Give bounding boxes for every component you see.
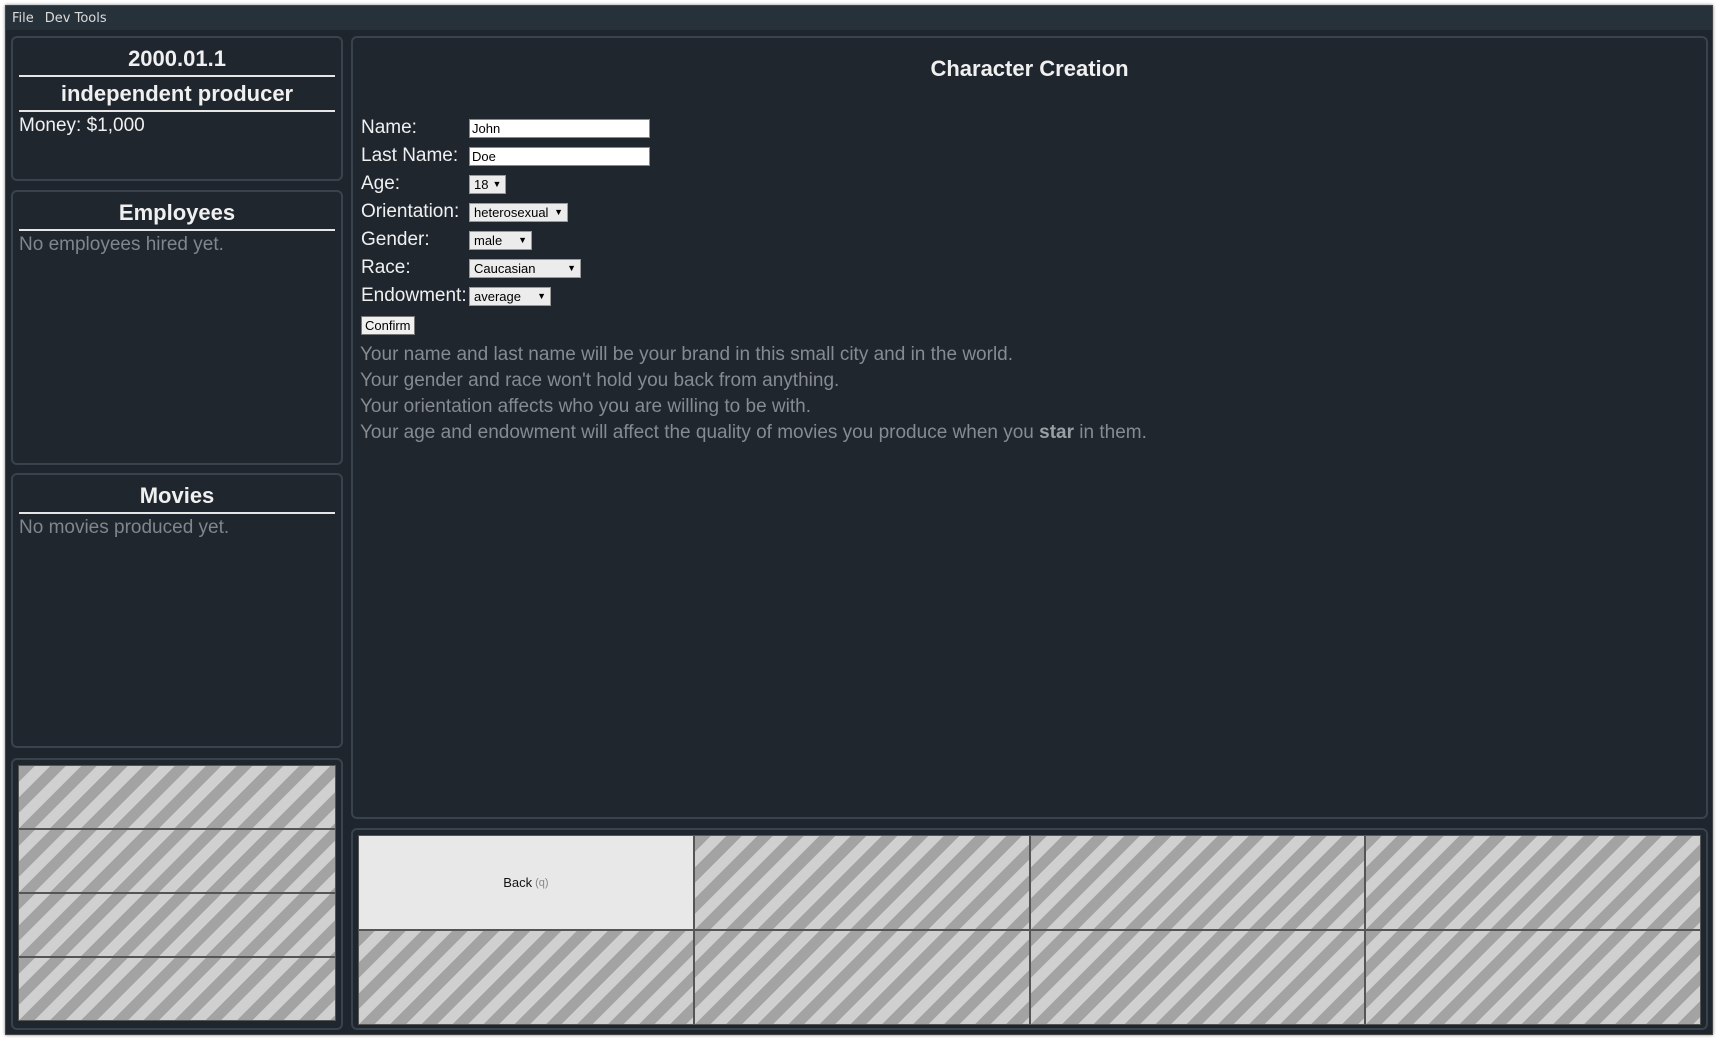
disabled-slot <box>18 957 336 1021</box>
gender-select[interactable]: male ▼ <box>469 230 532 250</box>
triangle-down-icon: ▼ <box>518 235 527 245</box>
disabled-slot <box>18 765 336 829</box>
disabled-slot <box>1029 930 1366 1025</box>
main-panel: Character Creation Name: John Last Name:… <box>351 36 1708 819</box>
employees-panel: Employees No employees hired yet. <box>11 190 343 465</box>
name-input[interactable]: John <box>469 118 650 138</box>
triangle-down-icon: ▼ <box>492 179 502 189</box>
page-title: Character Creation <box>930 56 1129 81</box>
name-label: Name: <box>361 117 417 138</box>
menu-file[interactable]: File <box>12 11 34 26</box>
orientation-value: heterosexual <box>474 204 549 220</box>
last-name-input[interactable]: Doe <box>469 146 650 166</box>
endowment-value: average <box>474 288 521 304</box>
endowment-select[interactable]: average ▼ <box>469 286 551 306</box>
action-grid: Back (q) <box>351 828 1708 1030</box>
disabled-slot <box>18 893 336 957</box>
back-button[interactable]: Back (q) <box>358 835 694 930</box>
movies-panel: Movies No movies produced yet. <box>11 473 343 748</box>
disabled-slot <box>693 835 1030 930</box>
age-select[interactable]: 18 ▼ <box>469 174 506 194</box>
info-text-part: Your age and endowment will affect the q… <box>360 422 1040 443</box>
money-display: Money: $1,000 <box>19 115 145 136</box>
gender-label: Gender: <box>361 229 430 250</box>
game-date: 2000.01.1 <box>128 46 226 71</box>
side-action-grid <box>11 758 343 1030</box>
confirm-button[interactable]: Confirm <box>361 316 415 335</box>
character-form: Name: John Last Name: Doe Age: 18 ▼ Orie… <box>361 114 650 335</box>
back-shortcut: (q) <box>535 876 549 889</box>
triangle-down-icon: ▼ <box>567 263 576 273</box>
disabled-slot <box>1365 835 1701 930</box>
disabled-slot <box>1029 835 1366 930</box>
endowment-label: Endowment: <box>361 285 467 306</box>
app-window: File Dev Tools 2000.01.1 independent pro… <box>5 5 1713 1035</box>
employees-title: Employees <box>118 200 236 225</box>
info-emphasis: star <box>1039 422 1075 443</box>
race-select[interactable]: Caucasian ▼ <box>469 258 581 278</box>
disabled-slot <box>1365 930 1701 1025</box>
menu-dev-tools[interactable]: Dev Tools <box>45 11 107 26</box>
disabled-slot <box>18 829 336 893</box>
orientation-select[interactable]: heterosexual ▼ <box>469 202 568 222</box>
info-line: Your age and endowment will affect the q… <box>360 420 1147 446</box>
status-panel: 2000.01.1 independent producer Money: $1… <box>11 36 343 181</box>
orientation-label: Orientation: <box>361 201 460 222</box>
age-label: Age: <box>361 173 401 194</box>
race-value: Caucasian <box>474 260 536 276</box>
info-line: Your gender and race won't hold you back… <box>360 370 840 391</box>
info-text: Your name and last name will be your bra… <box>360 342 1147 446</box>
info-line: Your orientation affects who you are wil… <box>360 396 811 417</box>
race-label: Race: <box>361 257 411 278</box>
info-line: Your name and last name will be your bra… <box>360 344 1014 365</box>
employees-empty-note: No employees hired yet. <box>19 234 224 255</box>
disabled-slot <box>358 930 694 1025</box>
gender-value: male <box>474 232 503 248</box>
back-label: Back <box>503 875 533 890</box>
movies-empty-note: No movies produced yet. <box>19 517 230 538</box>
disabled-slot <box>693 930 1030 1025</box>
triangle-down-icon: ▼ <box>537 291 546 301</box>
triangle-down-icon: ▼ <box>554 207 563 217</box>
movies-title: Movies <box>139 483 215 508</box>
age-value: 18 <box>474 176 489 192</box>
info-text-part: in them. <box>1074 422 1147 443</box>
player-role: independent producer <box>60 81 294 106</box>
menubar: File Dev Tools <box>6 6 1712 30</box>
last-name-label: Last Name: <box>361 145 459 166</box>
